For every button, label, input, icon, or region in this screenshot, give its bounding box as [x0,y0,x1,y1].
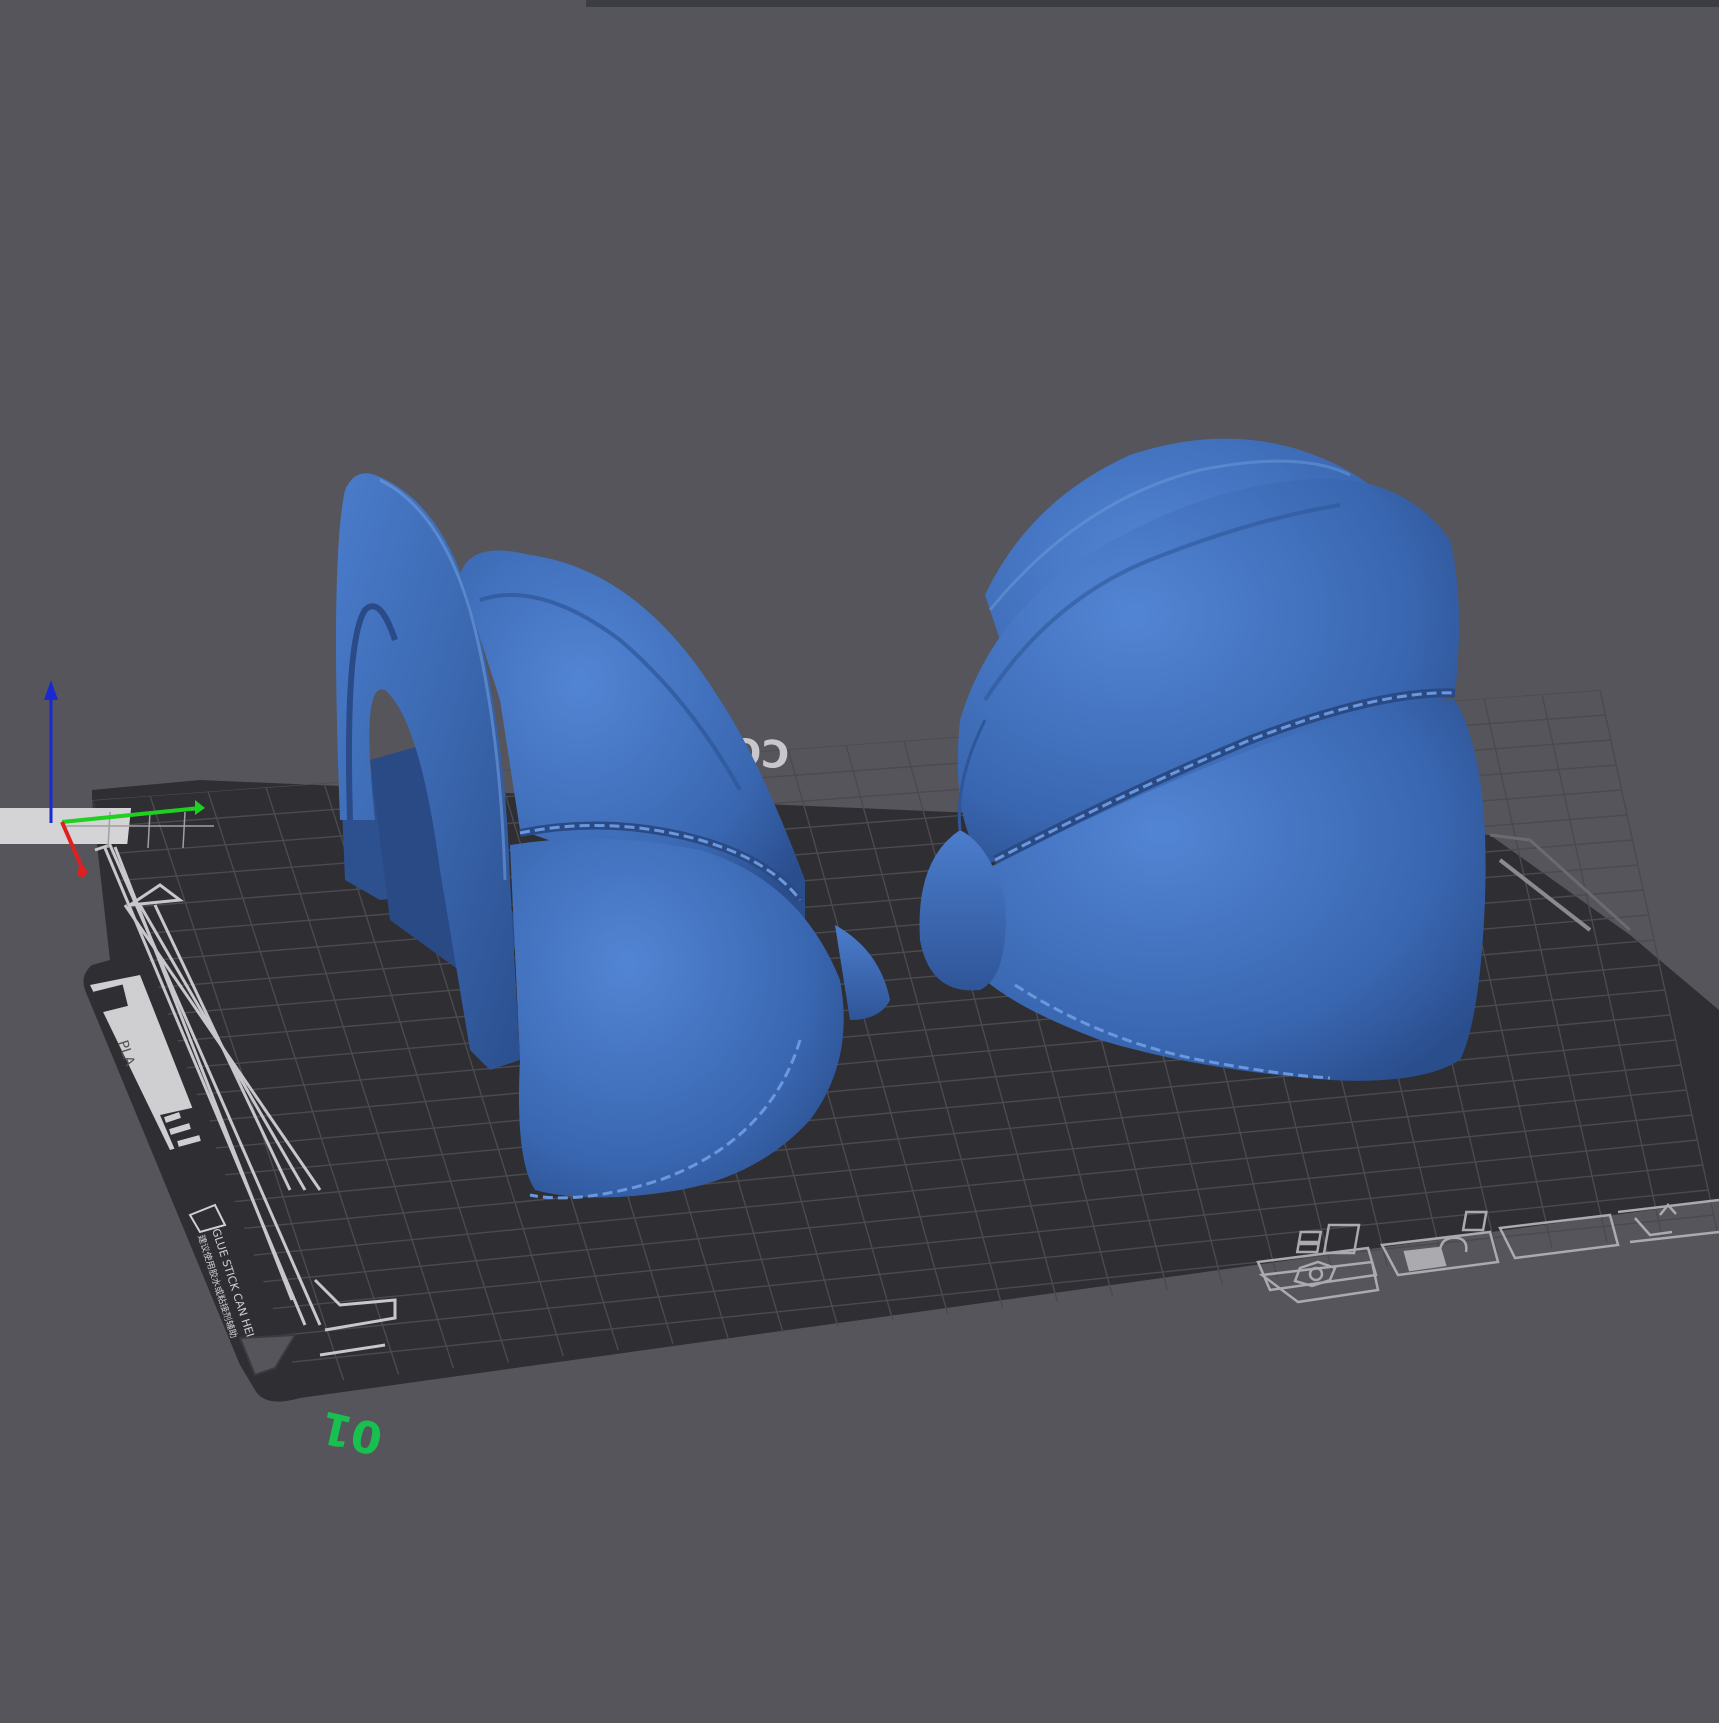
scene: COOL PLA PLA GLUE STICK CAN HELP. 建议使用胶水… [0,438,1719,1464]
plate-number: 01 [316,1401,387,1464]
3d-viewport[interactable]: COOL PLA PLA GLUE STICK CAN HELP. 建议使用胶水… [0,0,1719,1719]
right-shell[interactable] [919,438,1486,1081]
top-toolbar-edge [586,0,1719,7]
